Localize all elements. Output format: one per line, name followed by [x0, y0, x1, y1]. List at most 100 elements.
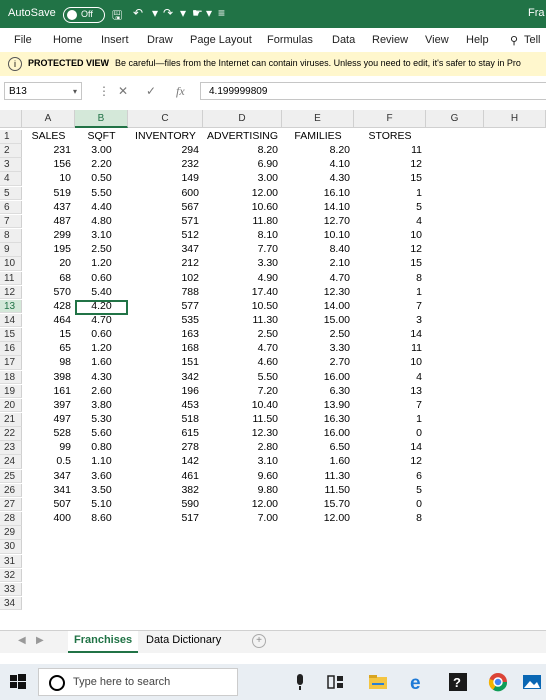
- data-cell[interactable]: 497: [22, 413, 75, 427]
- data-cell[interactable]: 519: [22, 187, 75, 201]
- tab-draw[interactable]: Draw: [147, 34, 173, 46]
- row-header[interactable]: 21: [0, 413, 22, 427]
- data-cell[interactable]: 600: [128, 187, 203, 201]
- data-cell[interactable]: 9.60: [203, 470, 282, 484]
- tab-data[interactable]: Data: [332, 34, 355, 46]
- taskbar-search[interactable]: Type here to search: [38, 668, 238, 696]
- row-header[interactable]: 13: [0, 299, 22, 314]
- row-header[interactable]: 33: [0, 582, 22, 597]
- data-cell[interactable]: 8.20: [282, 144, 354, 158]
- data-cell[interactable]: 12.30: [203, 427, 282, 441]
- data-cell[interactable]: 4.70: [203, 342, 282, 356]
- data-cell[interactable]: 278: [128, 441, 203, 455]
- data-cell[interactable]: 12: [354, 455, 426, 469]
- data-cell[interactable]: 13.90: [282, 399, 354, 413]
- data-cell[interactable]: 2.50: [203, 328, 282, 342]
- data-cell[interactable]: 14.00: [282, 300, 354, 314]
- data-cell[interactable]: 0.60: [75, 272, 128, 286]
- header-cell[interactable]: SALES: [22, 130, 75, 144]
- data-cell[interactable]: 0.50: [75, 172, 128, 186]
- data-cell[interactable]: 8.40: [282, 243, 354, 257]
- data-cell[interactable]: 5: [354, 484, 426, 498]
- data-cell[interactable]: 11.30: [203, 314, 282, 328]
- data-cell[interactable]: 397: [22, 399, 75, 413]
- data-cell[interactable]: 16.30: [282, 413, 354, 427]
- task-view-icon[interactable]: [326, 672, 346, 692]
- data-cell[interactable]: 5.50: [203, 371, 282, 385]
- data-cell[interactable]: 13: [354, 385, 426, 399]
- row-header[interactable]: 5: [0, 186, 22, 201]
- column-header-c[interactable]: C: [128, 110, 203, 128]
- tab-formulas[interactable]: Formulas: [267, 34, 313, 46]
- data-cell[interactable]: 464: [22, 314, 75, 328]
- data-cell[interactable]: 1: [354, 187, 426, 201]
- data-cell[interactable]: 4.30: [282, 172, 354, 186]
- chrome-icon[interactable]: [488, 672, 508, 692]
- data-cell[interactable]: 3.00: [203, 172, 282, 186]
- data-cell[interactable]: 8.60: [75, 512, 128, 526]
- data-cell[interactable]: 149: [128, 172, 203, 186]
- data-cell[interactable]: 161: [22, 385, 75, 399]
- data-cell[interactable]: 12.00: [282, 512, 354, 526]
- row-header[interactable]: 7: [0, 214, 22, 229]
- name-box[interactable]: B13 ▾: [4, 82, 82, 100]
- data-cell[interactable]: 8.10: [203, 229, 282, 243]
- windows-start-icon[interactable]: [8, 672, 28, 692]
- row-header[interactable]: 17: [0, 356, 22, 370]
- data-cell[interactable]: 3.30: [203, 257, 282, 271]
- data-cell[interactable]: 3.00: [75, 144, 128, 158]
- data-cell[interactable]: 2.50: [75, 243, 128, 257]
- row-header[interactable]: 29: [0, 526, 22, 540]
- column-header-g[interactable]: G: [426, 110, 484, 128]
- column-header-a[interactable]: A: [22, 110, 75, 128]
- data-cell[interactable]: 4: [354, 215, 426, 229]
- data-cell[interactable]: 7.00: [203, 512, 282, 526]
- scroll-left-icon[interactable]: ◀: [18, 635, 26, 646]
- data-cell[interactable]: 195: [22, 243, 75, 257]
- data-cell[interactable]: 4.30: [75, 371, 128, 385]
- row-header[interactable]: 25: [0, 469, 22, 484]
- data-cell[interactable]: 6.30: [282, 385, 354, 399]
- data-cell[interactable]: 8: [354, 272, 426, 286]
- data-cell[interactable]: 98: [22, 356, 75, 370]
- edge-browser-icon[interactable]: e: [408, 672, 428, 692]
- row-header[interactable]: 6: [0, 200, 22, 215]
- data-cell[interactable]: 20: [22, 257, 75, 271]
- data-cell[interactable]: 6.50: [282, 441, 354, 455]
- data-cell[interactable]: 11.80: [203, 215, 282, 229]
- data-cell[interactable]: 347: [22, 470, 75, 484]
- save-icon[interactable]: 🖫: [112, 6, 122, 27]
- data-cell[interactable]: 5.10: [75, 498, 128, 512]
- data-cell[interactable]: 15: [354, 257, 426, 271]
- data-cell[interactable]: 0.5: [22, 455, 75, 469]
- data-cell[interactable]: 99: [22, 441, 75, 455]
- data-cell[interactable]: 16.00: [282, 427, 354, 441]
- data-cell[interactable]: 487: [22, 215, 75, 229]
- row-header[interactable]: 9: [0, 243, 22, 257]
- spreadsheet-grid[interactable]: ABCDEFGH 1 2 3 4 5 6 7 8 9 10 11 12 13 14 15 16 17 18 19 20…: [0, 108, 546, 630]
- data-cell[interactable]: 10: [354, 229, 426, 243]
- data-cell[interactable]: 102: [128, 272, 203, 286]
- touch-dropdown-icon[interactable]: ▾: [206, 6, 212, 20]
- data-cell[interactable]: 65: [22, 342, 75, 356]
- column-header-b[interactable]: B: [75, 110, 128, 128]
- data-cell[interactable]: 2.80: [203, 441, 282, 455]
- data-cell[interactable]: 382: [128, 484, 203, 498]
- data-cell[interactable]: 2.20: [75, 158, 128, 172]
- column-header-d[interactable]: D: [203, 110, 282, 128]
- row-header[interactable]: 32: [0, 568, 22, 583]
- data-cell[interactable]: 7: [354, 399, 426, 413]
- data-cell[interactable]: 12: [354, 243, 426, 257]
- data-cell[interactable]: 168: [128, 342, 203, 356]
- undo-dropdown-icon[interactable]: ▾: [152, 6, 158, 20]
- data-cell[interactable]: 11: [354, 144, 426, 158]
- data-cell[interactable]: 3: [354, 314, 426, 328]
- data-cell[interactable]: 12.70: [282, 215, 354, 229]
- row-header[interactable]: 26: [0, 483, 22, 498]
- data-cell[interactable]: 428: [22, 300, 75, 314]
- data-cell[interactable]: 4.60: [203, 356, 282, 370]
- row-header[interactable]: 2: [0, 144, 22, 158]
- row-header[interactable]: 28: [0, 512, 22, 526]
- data-cell[interactable]: 12.30: [282, 286, 354, 300]
- row-header[interactable]: 12: [0, 285, 22, 300]
